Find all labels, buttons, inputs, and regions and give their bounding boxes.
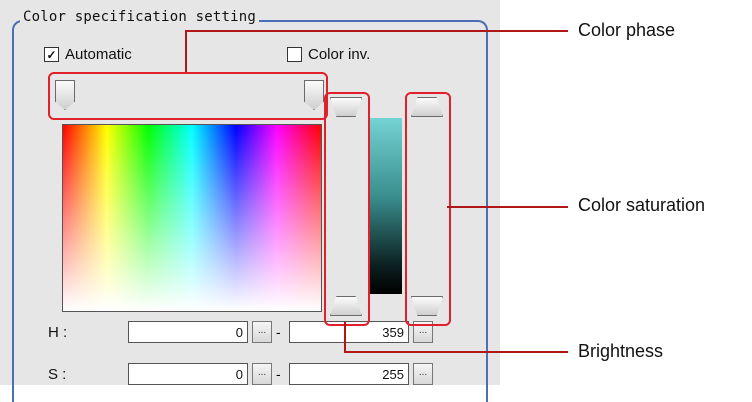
- saturation-leader-h: [447, 206, 568, 208]
- automatic-checkbox[interactable]: ✓: [44, 47, 59, 62]
- brightness-callout: [324, 92, 370, 326]
- group-title: Color specification setting: [20, 9, 259, 25]
- brightness-leader-h: [344, 351, 568, 353]
- automatic-label: Automatic: [65, 46, 132, 63]
- saturation-callout: [405, 92, 451, 326]
- brightness-leader-v: [344, 322, 346, 352]
- h-min-field[interactable]: 0: [128, 321, 248, 343]
- s-label: S :: [48, 366, 67, 383]
- s-min-button[interactable]: ...: [252, 363, 272, 385]
- hue-saturation-map: [62, 124, 322, 312]
- color-phase-leader-h: [185, 30, 568, 32]
- color-phase-label: Color phase: [578, 20, 676, 40]
- h-label: H :: [48, 324, 68, 341]
- automatic-option[interactable]: ✓ Automatic: [44, 46, 132, 63]
- s-min-field[interactable]: 0: [128, 363, 248, 385]
- brightness-preview-bar: [368, 118, 402, 294]
- h-min-button[interactable]: ...: [252, 321, 272, 343]
- color-inv-checkbox[interactable]: [287, 47, 302, 62]
- color-phase-leader-v: [185, 30, 187, 72]
- color-inv-option[interactable]: Color inv.: [287, 46, 370, 63]
- color-inv-label: Color inv.: [308, 46, 371, 63]
- color-saturation-label: Color saturation: [578, 195, 706, 215]
- color-spec-panel: Color specification setting ✓ Automatic …: [0, 0, 500, 402]
- brightness-label: Brightness: [578, 341, 664, 361]
- s-max-button[interactable]: ...: [413, 363, 433, 385]
- color-phase-callout: [48, 72, 328, 120]
- s-separator: -: [276, 366, 281, 382]
- s-max-field[interactable]: 255: [289, 363, 409, 385]
- h-separator: -: [276, 324, 281, 340]
